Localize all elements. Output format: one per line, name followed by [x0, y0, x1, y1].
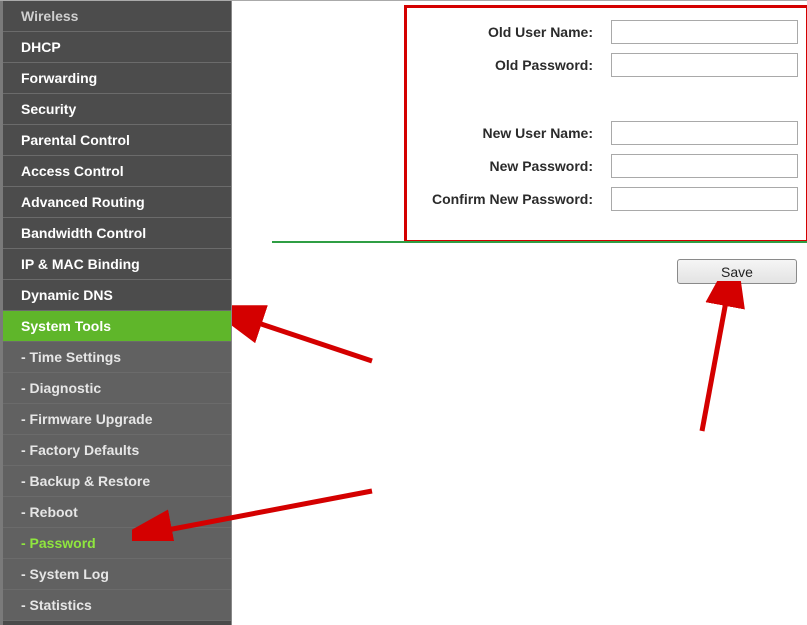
confirm-password-input[interactable]	[611, 187, 798, 211]
save-row: Save	[677, 259, 797, 284]
new-username-label: New User Name:	[415, 125, 611, 141]
old-password-label: Old Password:	[415, 57, 611, 73]
new-username-input[interactable]	[611, 121, 798, 145]
sidebar-subitem-diagnostic[interactable]: - Diagnostic	[3, 373, 231, 404]
new-password-label: New Password:	[415, 158, 611, 174]
sidebar-nav: WirelessDHCPForwardingSecurityParental C…	[0, 1, 232, 625]
sidebar-subitem-reboot[interactable]: - Reboot	[3, 497, 231, 528]
section-divider	[272, 241, 807, 243]
annotation-arrow-save	[682, 281, 762, 441]
sidebar-subitem-system-log[interactable]: - System Log	[3, 559, 231, 590]
content-pane: Old User Name: Old Password: New User Na…	[232, 1, 807, 625]
sidebar-item-parental-control[interactable]: Parental Control	[3, 125, 231, 156]
app-root: WirelessDHCPForwardingSecurityParental C…	[0, 0, 807, 625]
sidebar-subitem-password[interactable]: - Password	[3, 528, 231, 559]
annotation-arrow-system-tools	[232, 301, 402, 371]
confirm-password-label: Confirm New Password:	[415, 191, 611, 207]
sidebar-subitem-firmware-upgrade[interactable]: - Firmware Upgrade	[3, 404, 231, 435]
sidebar-subitem-time-settings[interactable]: - Time Settings	[3, 342, 231, 373]
sidebar-item-forwarding[interactable]: Forwarding	[3, 63, 231, 94]
sidebar-item-dynamic-dns[interactable]: Dynamic DNS	[3, 280, 231, 311]
old-password-input[interactable]	[611, 53, 798, 77]
save-button[interactable]: Save	[677, 259, 797, 284]
sidebar-subitem-factory-defaults[interactable]: - Factory Defaults	[3, 435, 231, 466]
old-username-input[interactable]	[611, 20, 798, 44]
sidebar-item-dhcp[interactable]: DHCP	[3, 32, 231, 63]
sidebar-subitem-statistics[interactable]: - Statistics	[3, 590, 231, 621]
password-form-highlight-box: Old User Name: Old Password: New User Na…	[404, 5, 807, 243]
sidebar-item-advanced-routing[interactable]: Advanced Routing	[3, 187, 231, 218]
sidebar-item-system-tools[interactable]: System Tools	[3, 311, 231, 342]
old-username-label: Old User Name:	[415, 24, 611, 40]
sidebar-item-wireless[interactable]: Wireless	[3, 1, 231, 32]
sidebar-item-access-control[interactable]: Access Control	[3, 156, 231, 187]
sidebar-item-security[interactable]: Security	[3, 94, 231, 125]
sidebar-subitem-backup-restore[interactable]: - Backup & Restore	[3, 466, 231, 497]
new-password-input[interactable]	[611, 154, 798, 178]
sidebar-item-ip-mac-binding[interactable]: IP & MAC Binding	[3, 249, 231, 280]
sidebar-item-bandwidth-control[interactable]: Bandwidth Control	[3, 218, 231, 249]
